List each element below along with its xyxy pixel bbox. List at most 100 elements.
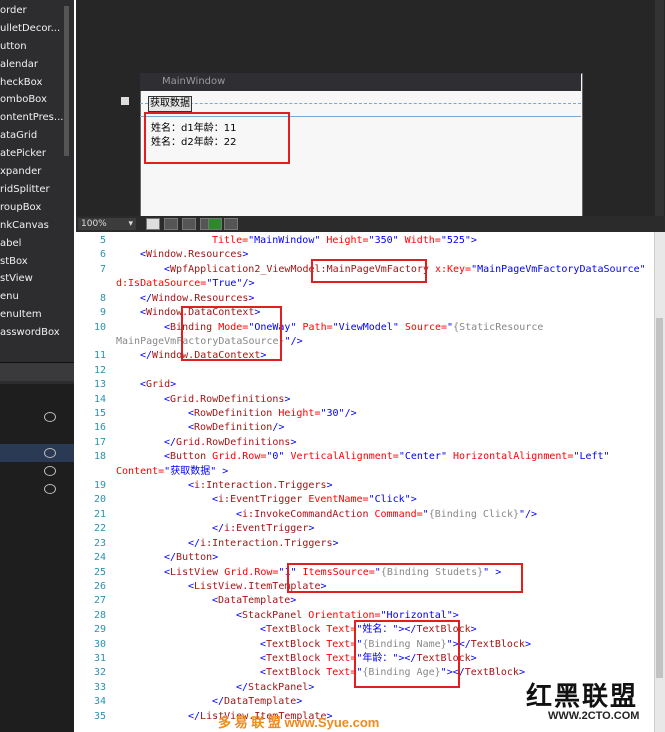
zoom-select[interactable]: 100% ▾ — [78, 218, 136, 230]
eye-icon[interactable] — [44, 412, 56, 422]
line-number: 24 — [93, 552, 106, 563]
code-token: DataTemplate — [224, 696, 297, 707]
eye-icon[interactable] — [44, 484, 56, 494]
code-line[interactable]: </i:Interaction.Triggers> — [188, 537, 339, 551]
code-line[interactable]: </StackPanel> — [236, 681, 314, 695]
code-token: "0" — [266, 451, 285, 462]
code-line[interactable]: </Window.Resources> — [140, 292, 254, 306]
layer-row[interactable] — [0, 444, 74, 462]
layer-row[interactable] — [0, 462, 74, 480]
code-line[interactable]: </i:EventTrigger> — [212, 522, 314, 536]
code-token: VerticalAlignment= — [284, 451, 399, 462]
toolbox-scrollbar[interactable] — [64, 6, 69, 156]
code-token: RowDefinition — [194, 408, 273, 419]
snap-lines-icon[interactable] — [208, 218, 222, 230]
code-line[interactable]: </Grid.RowDefinitions> — [164, 436, 296, 450]
grid-lines-icon[interactable] — [182, 218, 196, 230]
code-line[interactable]: <DataTemplate> — [212, 594, 296, 608]
toolbox-item[interactable]: ridSplitter — [0, 181, 50, 199]
eye-icon[interactable] — [44, 466, 56, 476]
eye-icon[interactable] — [44, 448, 56, 458]
line-number: 19 — [93, 480, 106, 491]
toolbox-item[interactable]: utton — [0, 38, 27, 56]
code-line[interactable]: d:IsDataSource="True"/> — [116, 277, 254, 291]
code-line[interactable]: <i:InvokeCommandAction Command="{Binding… — [236, 508, 537, 522]
highlight-box — [354, 620, 460, 688]
code-line[interactable]: <i:EventTrigger EventName="Click"> — [212, 493, 417, 507]
toolbox-item[interactable]: stBox — [0, 253, 28, 271]
code-token: HorizontalAlignment= — [447, 451, 574, 462]
code-token: > — [470, 235, 477, 246]
toolbox-item[interactable]: xpander — [0, 163, 41, 181]
toolbox-item[interactable]: stView — [0, 270, 33, 288]
code-line[interactable]: Title="MainWindow" Height="350" Width="5… — [212, 234, 477, 248]
design-scrollbar[interactable] — [655, 0, 664, 216]
line-number: 5 — [99, 235, 106, 246]
code-token: StackPanel — [242, 610, 303, 621]
toolbox-item[interactable]: abel — [0, 235, 21, 253]
code-token: Text= — [320, 667, 357, 678]
code-line[interactable]: </DataTemplate> — [212, 695, 302, 709]
window-title: MainWindow — [162, 76, 226, 87]
code-token: Text= — [320, 624, 357, 635]
line-number: 31 — [93, 653, 106, 664]
code-token: Height= — [320, 235, 369, 246]
toolbox-item[interactable]: alendar — [0, 56, 38, 74]
line-number: 7 — [99, 264, 106, 275]
code-line[interactable]: <RowDefinition/> — [188, 421, 284, 435]
grid-row-guide — [140, 103, 581, 104]
toolbox-item[interactable]: ontentPres... — [0, 109, 63, 127]
grid-icon[interactable] — [164, 218, 178, 230]
code-line[interactable]: <Button Grid.Row="0" VerticalAlignment="… — [164, 450, 610, 464]
layer-row[interactable] — [0, 408, 74, 426]
toolbox-item[interactable]: omboBox — [0, 91, 47, 109]
layers-panel — [0, 384, 74, 732]
code-line[interactable]: <Grid.RowDefinitions> — [164, 393, 290, 407]
code-line[interactable]: </Button> — [164, 551, 218, 565]
toolbox-item[interactable]: nkCanvas — [0, 217, 49, 235]
line-number: 8 — [99, 293, 106, 304]
watermark-brand: 红黑联盟 — [526, 682, 639, 712]
lock-icon[interactable] — [121, 97, 129, 105]
line-number: 21 — [93, 509, 106, 520]
toolbox-item[interactable]: enu — [0, 288, 19, 306]
toolbox-item[interactable]: ulletDecor... — [0, 20, 60, 38]
toolbox-item[interactable]: order — [0, 2, 27, 20]
code-line[interactable]: <Grid> — [140, 378, 176, 392]
get-data-button[interactable]: 获取数据 — [148, 96, 192, 112]
code-token: DataTemplate — [218, 595, 291, 606]
code-token: i:Interaction.Triggers — [200, 538, 333, 549]
code-token: Grid.Row= — [206, 451, 267, 462]
line-number: 25 — [93, 567, 106, 578]
toolbox-item[interactable]: enuItem — [0, 306, 42, 324]
toolbox-item[interactable]: heckBox — [0, 74, 42, 92]
code-line[interactable]: Content="获取数据" > — [116, 465, 228, 479]
code-token: /> — [525, 509, 538, 520]
fx-icon[interactable] — [146, 218, 160, 230]
code-token: TextBlock — [464, 667, 519, 678]
annotation-icon[interactable] — [224, 218, 238, 230]
line-number: 12 — [93, 365, 106, 376]
code-token: > — [290, 437, 297, 448]
code-line[interactable]: <RowDefinition Height="30"/> — [188, 407, 357, 421]
code-token: > — [212, 552, 219, 563]
code-token: </ — [140, 293, 153, 304]
line-number: 18 — [93, 451, 106, 462]
code-token: d:IsDataSource= — [116, 278, 207, 289]
code-line[interactable]: <i:Interaction.Triggers> — [188, 479, 333, 493]
code-token: i:Interaction.Triggers — [194, 480, 327, 491]
code-token: Height= — [272, 408, 321, 419]
code-token: > — [332, 538, 339, 549]
line-number: 17 — [93, 437, 106, 448]
toolbox-item[interactable]: ataGrid — [0, 127, 37, 145]
code-token: ListView — [170, 567, 219, 578]
code-line[interactable]: <Window.Resources> — [140, 248, 248, 262]
toolbox-item[interactable]: asswordBox — [0, 324, 60, 342]
code-token: > — [216, 466, 229, 477]
line-number: 14 — [93, 394, 106, 405]
editor-scrollbar-thumb[interactable] — [656, 318, 663, 678]
toolbox-item[interactable]: atePicker — [0, 145, 46, 163]
code-token: Window.Resources — [152, 293, 249, 304]
layer-row[interactable] — [0, 480, 74, 498]
toolbox-item[interactable]: roupBox — [0, 199, 41, 217]
